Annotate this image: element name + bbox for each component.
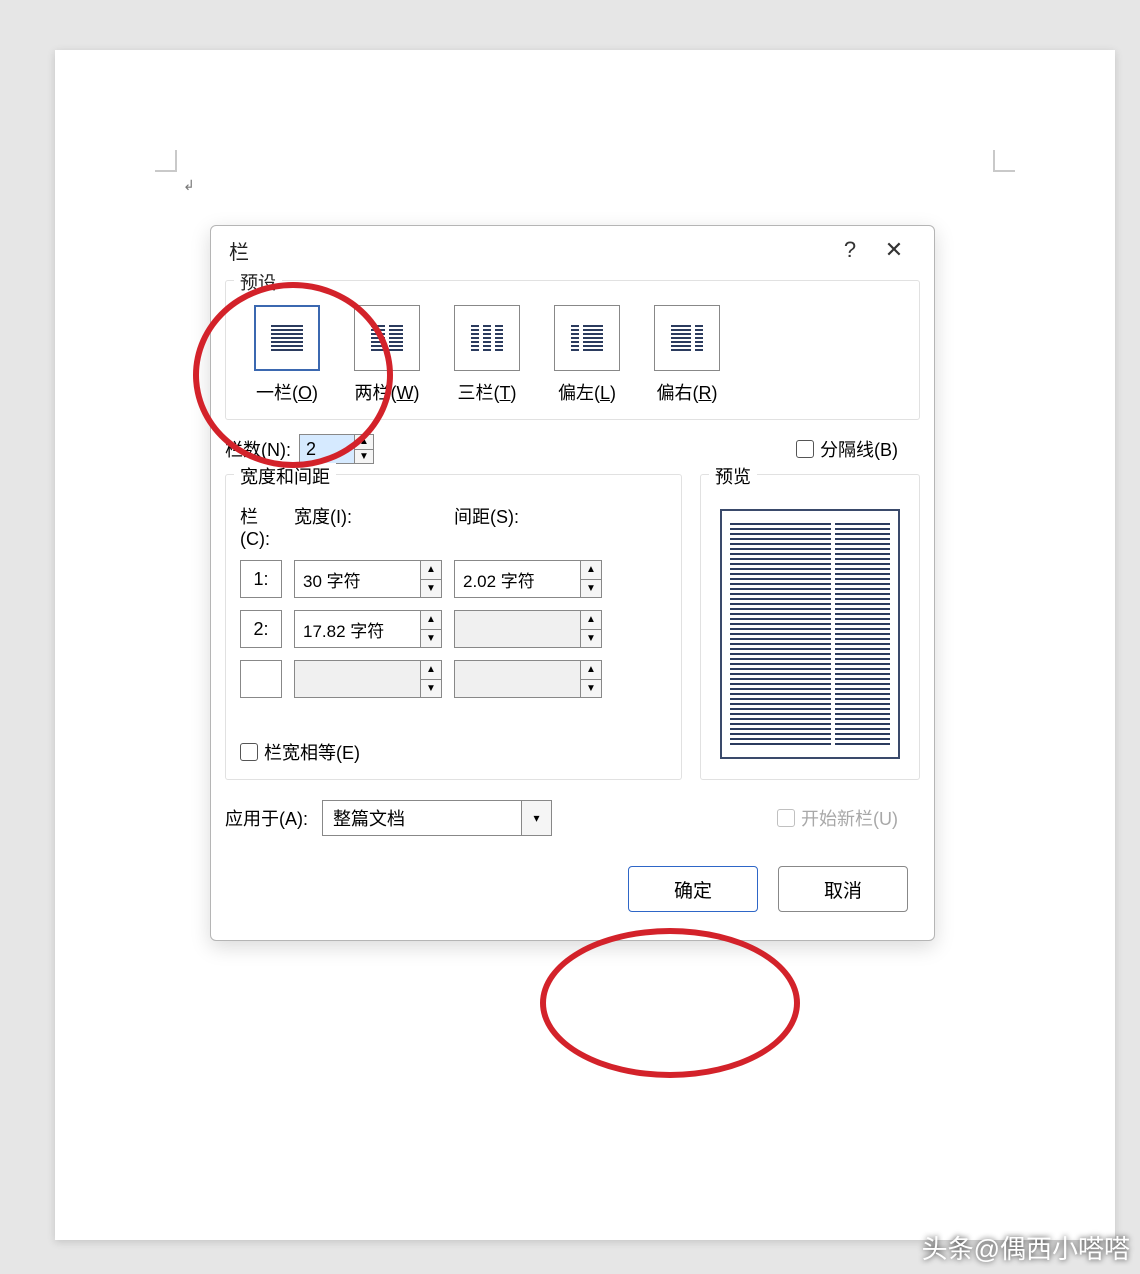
width-spinner[interactable]: ▲▼ xyxy=(294,610,442,648)
help-button[interactable]: ? xyxy=(828,237,872,263)
spacing-spinner: ▲▼ xyxy=(454,660,602,698)
spin-up-icon[interactable]: ▲ xyxy=(581,561,601,579)
equal-width-checkbox[interactable]: 栏宽相等(E) xyxy=(240,739,360,765)
width-spacing-group: 宽度和间距 栏(C): 宽度(I): 间距(S): 1: ▲▼ ▲▼ 2: ▲▼… xyxy=(225,474,682,780)
margin-corner-icon xyxy=(993,150,1015,172)
spin-down-icon[interactable]: ▼ xyxy=(581,679,601,698)
spin-up-icon[interactable]: ▲ xyxy=(421,611,441,629)
spin-up-icon[interactable]: ▲ xyxy=(421,661,441,679)
apply-to-combo[interactable]: 整篇文档 ▾ xyxy=(322,800,552,836)
width-header: 宽度(I): xyxy=(294,503,442,550)
margin-corner-icon xyxy=(155,150,177,172)
spin-up-icon[interactable]: ▲ xyxy=(581,611,601,629)
preset-left[interactable]: 偏左(L) xyxy=(554,305,620,405)
spin-up-icon[interactable]: ▲ xyxy=(581,661,601,679)
left-column-icon xyxy=(554,305,620,371)
spin-down-icon[interactable]: ▼ xyxy=(421,679,441,698)
right-column-icon xyxy=(654,305,720,371)
spin-up-icon[interactable]: ▲ xyxy=(355,435,373,449)
width-spinner: ▲▼ xyxy=(294,660,442,698)
close-button[interactable]: ✕ xyxy=(872,237,916,263)
ok-button[interactable]: 确定 xyxy=(628,866,758,912)
preset-three-columns[interactable]: 三栏(T) xyxy=(454,305,520,405)
width-spinner[interactable]: ▲▼ xyxy=(294,560,442,598)
one-column-icon xyxy=(254,305,320,371)
two-columns-icon xyxy=(354,305,420,371)
dialog-title: 栏 xyxy=(229,236,828,265)
presets-group: 预设 一栏(O) 两栏(W) 三栏(T) xyxy=(225,280,920,420)
preset-one-column[interactable]: 一栏(O) xyxy=(254,305,320,405)
col-header: 栏(C): xyxy=(240,503,282,550)
column-row: 2: ▲▼ ▲▼ xyxy=(240,610,667,648)
spacing-spinner[interactable]: ▲▼ xyxy=(454,610,602,648)
line-between-checkbox[interactable]: 分隔线(B) xyxy=(796,436,898,462)
columns-dialog: 栏 ? ✕ 预设 一栏(O) 两栏(W) 三栏(T) xyxy=(210,225,935,941)
start-new-column-checkbox: 开始新栏(U) xyxy=(777,805,898,831)
column-row: 1: ▲▼ ▲▼ xyxy=(240,560,667,598)
cancel-button[interactable]: 取消 xyxy=(778,866,908,912)
preview-title: 预览 xyxy=(709,463,757,489)
presets-label: 预设 xyxy=(234,269,282,295)
preview-group: 预览 xyxy=(700,474,920,780)
spin-down-icon[interactable]: ▼ xyxy=(581,629,601,648)
width-spacing-title: 宽度和间距 xyxy=(234,463,336,489)
spin-down-icon[interactable]: ▼ xyxy=(581,579,601,598)
row-index: 1: xyxy=(240,560,282,598)
num-columns-label: 栏数(N): xyxy=(225,436,291,462)
column-row: ▲▼ ▲▼ xyxy=(240,660,667,698)
preset-two-columns[interactable]: 两栏(W) xyxy=(354,305,420,405)
titlebar: 栏 ? ✕ xyxy=(211,226,934,274)
apply-to-value: 整篇文档 xyxy=(323,801,521,835)
spacing-header: 间距(S): xyxy=(454,503,602,550)
spin-down-icon[interactable]: ▼ xyxy=(421,629,441,648)
watermark-text: 头条@偶西小嗒嗒 xyxy=(922,1229,1130,1266)
preset-right[interactable]: 偏右(R) xyxy=(654,305,720,405)
spin-down-icon[interactable]: ▼ xyxy=(355,449,373,464)
preview-icon xyxy=(720,509,900,759)
spacing-spinner[interactable]: ▲▼ xyxy=(454,560,602,598)
spin-up-icon[interactable]: ▲ xyxy=(421,561,441,579)
row-index: 2: xyxy=(240,610,282,648)
apply-to-label: 应用于(A): xyxy=(225,805,308,831)
num-columns-input[interactable] xyxy=(300,435,354,463)
num-columns-spinner[interactable]: ▲▼ xyxy=(299,434,374,464)
chevron-down-icon[interactable]: ▾ xyxy=(521,801,551,835)
spin-down-icon[interactable]: ▼ xyxy=(421,579,441,598)
three-columns-icon xyxy=(454,305,520,371)
cursor-mark: ↲ xyxy=(183,177,195,194)
row-index xyxy=(240,660,282,698)
